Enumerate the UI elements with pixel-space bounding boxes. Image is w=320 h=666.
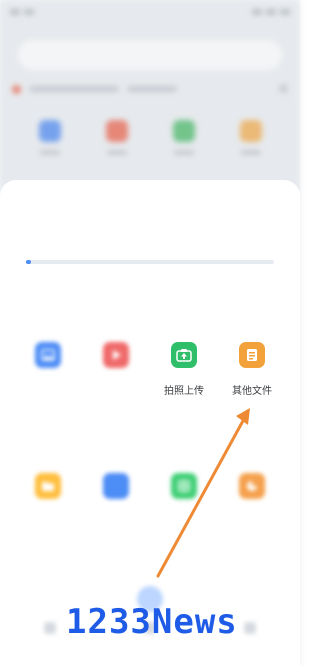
image-icon [35,342,61,368]
folder-icon [35,473,61,499]
camera-upload-button[interactable]: 拍照上传 [154,342,214,397]
camera-upload-label: 拍照上传 [164,386,204,397]
upload-video-button[interactable] [86,342,146,397]
nav-icon[interactable] [244,622,256,634]
storage-progress-fill [26,260,31,264]
nav-icon[interactable] [44,622,56,634]
new-slide-button[interactable] [222,473,282,513]
camera-upload-icon [171,342,197,368]
note-icon [103,473,129,499]
table-icon [171,473,197,499]
new-folder-button[interactable] [18,473,78,513]
storage-progress-bar [26,260,274,264]
upload-options: 拍照上传 其他文件 [0,342,300,397]
create-options [0,473,300,513]
slide-icon [239,473,265,499]
video-icon [103,342,129,368]
upload-photo-button[interactable] [18,342,78,397]
other-files-button[interactable]: 其他文件 [222,342,282,397]
new-note-button[interactable] [86,473,146,513]
new-table-button[interactable] [154,473,214,513]
file-icon [239,342,265,368]
watermark-text: 1233News [66,602,238,642]
other-files-label: 其他文件 [232,386,272,397]
